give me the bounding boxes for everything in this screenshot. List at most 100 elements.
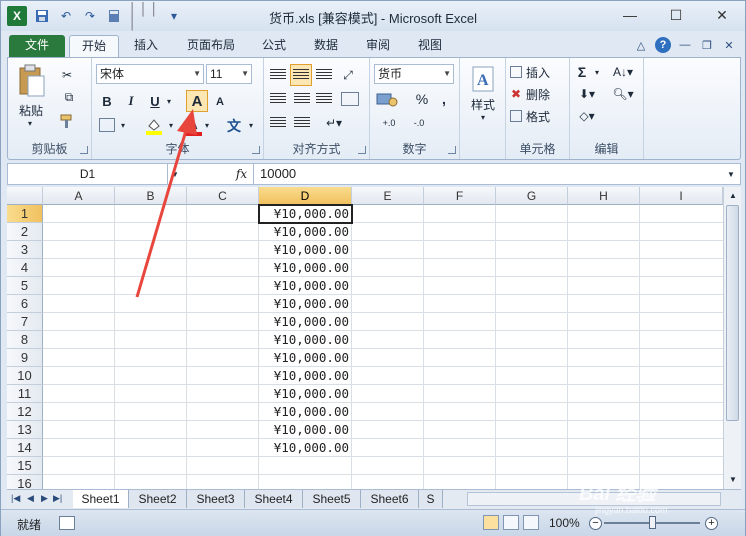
merge-center-icon[interactable] <box>338 90 362 108</box>
font-name-combo[interactable]: 宋体 ▼ <box>96 64 204 84</box>
fill-color-icon[interactable] <box>144 116 164 136</box>
autosum-dropdown-icon[interactable]: ▾ <box>592 64 602 80</box>
insert-cells-icon[interactable] <box>508 64 524 80</box>
font-size-combo[interactable]: 11 ▼ <box>206 64 252 84</box>
cell-d[interactable]: ¥10,000.00 <box>259 223 351 241</box>
borders-icon[interactable] <box>98 116 116 134</box>
scroll-up-icon[interactable]: ▲ <box>727 189 739 201</box>
collapse-ribbon-icon[interactable]: △ <box>633 37 649 53</box>
bold-button[interactable]: B <box>98 92 116 110</box>
row-header[interactable]: 2 <box>7 223 43 241</box>
column-header-i[interactable]: I <box>640 187 723 205</box>
row-header[interactable]: 13 <box>7 421 43 439</box>
column-header-c[interactable]: C <box>187 187 259 205</box>
column-header-f[interactable]: F <box>424 187 496 205</box>
paste-button[interactable]: 粘贴 <box>12 102 50 118</box>
paste-icon[interactable] <box>14 62 48 100</box>
last-sheet-icon[interactable]: ▶| <box>53 493 62 504</box>
fill-color-dropdown-icon[interactable]: ▾ <box>166 116 176 134</box>
middle-align-icon[interactable] <box>290 64 312 86</box>
align-left-icon[interactable] <box>268 90 288 108</box>
normal-view-button[interactable] <box>483 515 499 530</box>
increase-font-size-button[interactable]: A <box>186 90 208 112</box>
cell-d[interactable]: ¥10,000.00 <box>259 403 351 421</box>
cell-d[interactable]: ¥10,000.00 <box>259 367 351 385</box>
row-header[interactable]: 1 <box>7 205 43 223</box>
help-icon[interactable]: ? <box>655 37 671 53</box>
borders-dropdown-icon[interactable]: ▾ <box>118 116 128 134</box>
cell-d[interactable]: ¥10,000.00 <box>259 241 351 259</box>
format-painter-icon[interactable] <box>58 112 76 130</box>
zoom-out-button[interactable]: − <box>589 517 602 530</box>
column-header-g[interactable]: G <box>496 187 568 205</box>
sheet-tab-5[interactable]: Sheet5 <box>303 490 361 508</box>
styles-icon[interactable]: A <box>470 64 496 94</box>
delete-cells-icon[interactable]: ✖ <box>508 86 524 102</box>
increase-decimal-button[interactable]: +.0 <box>376 114 402 132</box>
column-header-e[interactable]: E <box>352 187 424 205</box>
insert-function-button[interactable]: fx <box>230 164 254 184</box>
bottom-align-icon[interactable] <box>314 66 334 84</box>
formula-input[interactable]: 10000 <box>260 164 296 184</box>
cell-d[interactable]: ¥10,000.00 <box>259 385 351 403</box>
cell-d[interactable]: ¥10,000.00 <box>259 439 351 457</box>
find-select-icon[interactable]: 🔍︎▾ <box>610 86 636 102</box>
cell-d[interactable]: ¥10,000.00 <box>259 421 351 439</box>
first-sheet-icon[interactable]: |◀ <box>11 493 20 504</box>
number-format-combo[interactable]: 货币 ▼ <box>374 64 454 84</box>
copy-icon[interactable]: ⧉ <box>58 88 80 106</box>
increase-indent-icon[interactable] <box>292 114 312 132</box>
doc-close-icon[interactable]: ✕ <box>721 37 737 53</box>
column-header-d[interactable]: D <box>259 187 352 205</box>
sheet-tab-6[interactable]: Sheet6 <box>361 490 419 508</box>
row-header[interactable]: 9 <box>7 349 43 367</box>
format-cells-icon[interactable] <box>508 108 524 124</box>
page-layout-view-button[interactable] <box>503 515 519 530</box>
insert-cells-button[interactable]: 插入 <box>526 64 564 80</box>
expand-formula-bar-icon[interactable]: ▼ <box>724 166 738 182</box>
font-color-button[interactable]: A <box>184 116 202 136</box>
top-align-icon[interactable] <box>268 66 288 84</box>
delete-cells-button[interactable]: 删除 <box>526 86 564 102</box>
percent-button[interactable]: % <box>414 90 430 108</box>
align-center-icon[interactable] <box>292 90 312 108</box>
comma-button[interactable]: , <box>436 90 452 108</box>
row-header[interactable]: 7 <box>7 313 43 331</box>
minimize-button[interactable]: — <box>607 1 653 29</box>
decrease-indent-icon[interactable] <box>268 114 288 132</box>
tab-review[interactable]: 审阅 <box>359 35 397 57</box>
fill-icon[interactable]: ⬇▾ <box>574 86 600 102</box>
row-header[interactable]: 15 <box>7 457 43 475</box>
tab-file[interactable]: 文件 <box>9 35 65 57</box>
clear-icon[interactable]: ◇▾ <box>574 108 600 124</box>
cell-d[interactable]: ¥10,000.00 <box>259 349 351 367</box>
cell-d[interactable]: ¥10,000.00 <box>259 259 351 277</box>
row-header[interactable]: 5 <box>7 277 43 295</box>
doc-minimize-icon[interactable]: — <box>677 37 693 53</box>
macro-record-icon[interactable] <box>59 516 75 530</box>
name-box[interactable]: D1 <box>8 164 168 184</box>
format-cells-button[interactable]: 格式 <box>526 108 564 124</box>
underline-dropdown-icon[interactable]: ▾ <box>164 92 174 110</box>
tab-data[interactable]: 数据 <box>307 35 345 57</box>
sheet-tab-1[interactable]: Sheet1 <box>73 490 129 508</box>
vertical-scroll-thumb[interactable] <box>726 205 739 421</box>
styles-button[interactable]: 样式 <box>464 96 502 112</box>
row-header[interactable]: 16 <box>7 475 43 489</box>
cell-d[interactable]: ¥10,000.00 <box>259 295 351 313</box>
accounting-format-icon[interactable] <box>374 90 402 108</box>
row-header[interactable]: 4 <box>7 259 43 277</box>
sheet-tab-3[interactable]: Sheet3 <box>187 490 245 508</box>
alignment-launcher-icon[interactable] <box>358 146 366 154</box>
row-header[interactable]: 8 <box>7 331 43 349</box>
styles-dropdown-icon[interactable]: ▾ <box>474 112 492 122</box>
maximize-button[interactable]: ☐ <box>653 1 699 29</box>
italic-button[interactable]: I <box>122 92 140 110</box>
font-color-dropdown-icon[interactable]: ▾ <box>202 116 212 134</box>
sheet-tab-4[interactable]: Sheet4 <box>245 490 303 508</box>
decrease-font-size-button[interactable]: A <box>212 94 228 110</box>
column-header-a[interactable]: A <box>43 187 115 205</box>
worksheet-grid[interactable]: A B C D E F G H I 1 ¥10,000.00 2 ¥10,000.00… <box>7 187 723 489</box>
column-header-b[interactable]: B <box>115 187 187 205</box>
tab-page-layout[interactable]: 页面布局 <box>179 35 243 57</box>
